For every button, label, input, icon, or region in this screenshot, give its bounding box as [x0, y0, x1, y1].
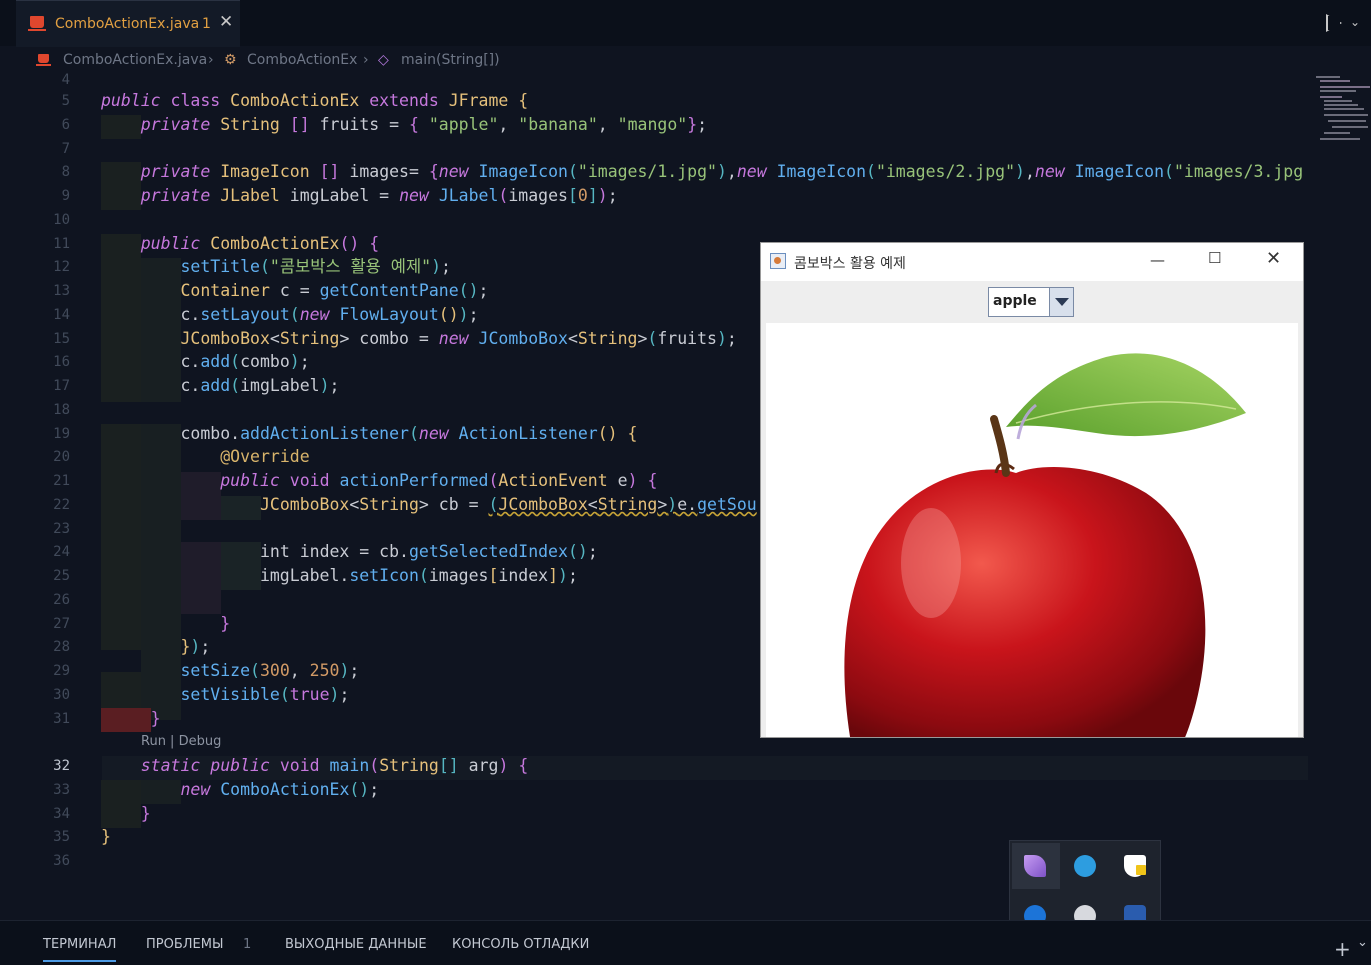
chevron-down-icon[interactable]: ⌄ [1357, 935, 1368, 950]
line-number: 23 [53, 521, 70, 537]
code-line: private String [] fruits = { "apple", "b… [140, 115, 708, 134]
chevron-down-icon[interactable] [1049, 288, 1073, 316]
chevron-right-icon: › [363, 52, 369, 68]
editor-tab-bar: ComboActionEx.java 1 ✕ ⌄ [0, 0, 1371, 47]
tab-debug-console[interactable]: КОНСОЛЬ ОТЛАДКИ [452, 937, 589, 952]
minimap[interactable] [1316, 74, 1371, 144]
close-icon[interactable]: ✕ [1266, 248, 1281, 269]
breadcrumb-method[interactable]: main(String[]) [401, 52, 500, 68]
java-app-icon [770, 253, 786, 269]
method-icon: ◇ [378, 52, 389, 68]
java-window-title: 콤보박스 활용 예제 [794, 256, 906, 272]
problems-count-badge: 1 [243, 937, 252, 952]
chevron-down-icon[interactable]: ⌄ [1350, 15, 1360, 29]
code-line: new ComboActionEx(); [180, 780, 380, 799]
combo-selected-value: apple [993, 293, 1037, 309]
bottom-panel-tabs: ТЕРМИНАЛ ПРОБЛЕМЫ 1 ВЫХОДНЫЕ ДАННЫЕ КОНС… [0, 920, 1371, 965]
java-file-icon [36, 54, 51, 66]
tab-label: ComboActionEx.java [55, 16, 200, 32]
tab-output[interactable]: ВЫХОДНЫЕ ДАННЫЕ [285, 937, 427, 952]
line-number: 26 [53, 592, 70, 608]
run-debug-codelens[interactable]: Run | Debug [141, 734, 221, 749]
run-icon[interactable] [1326, 14, 1342, 32]
code-line: static public void main(String[] arg) { [140, 756, 529, 775]
java-app-window: 콤보박스 활용 예제 — ☐ ✕ apple [760, 242, 1304, 738]
code-line: } [140, 804, 151, 823]
code-line: private ImageIcon [] images= {new ImageI… [140, 162, 1304, 181]
line-number: 10 [53, 212, 70, 228]
class-icon: ⚙ [224, 52, 237, 68]
java-window-titlebar[interactable]: 콤보박스 활용 예제 — ☐ ✕ [761, 243, 1303, 281]
fruit-combo-box[interactable]: apple [988, 287, 1074, 317]
maximize-icon[interactable]: ☐ [1208, 249, 1221, 267]
telegram-icon[interactable] [1074, 855, 1096, 877]
java-file-icon [28, 16, 46, 31]
tab-terminal[interactable]: ТЕРМИНАЛ [43, 937, 117, 962]
warning-badge-icon [1136, 865, 1146, 875]
feather-icon[interactable] [1024, 855, 1046, 877]
new-terminal-icon[interactable]: + [1334, 937, 1351, 961]
minimize-icon[interactable]: — [1150, 251, 1165, 269]
java-content-pane: apple [761, 281, 1303, 737]
code-line: public class ComboActionEx extends JFram… [101, 91, 529, 110]
tab-problems[interactable]: ПРОБЛЕМЫ [146, 937, 223, 952]
tab-problem-count: 1 [202, 16, 211, 32]
line-number: 18 [53, 402, 70, 418]
code-line: private JLabel imgLabel = new JLabel(ima… [140, 186, 618, 205]
breadcrumb-file[interactable]: ComboActionEx.java [63, 52, 207, 68]
chevron-right-icon: › [208, 52, 214, 68]
line-number: 7 [61, 141, 70, 157]
line-number: 36 [53, 853, 70, 869]
close-icon[interactable]: ✕ [219, 12, 233, 32]
tab-combo-action-ex[interactable]: ComboActionEx.java 1 ✕ [16, 0, 240, 47]
breadcrumb-class[interactable]: ComboActionEx [247, 52, 357, 68]
apple-image [766, 323, 1298, 737]
